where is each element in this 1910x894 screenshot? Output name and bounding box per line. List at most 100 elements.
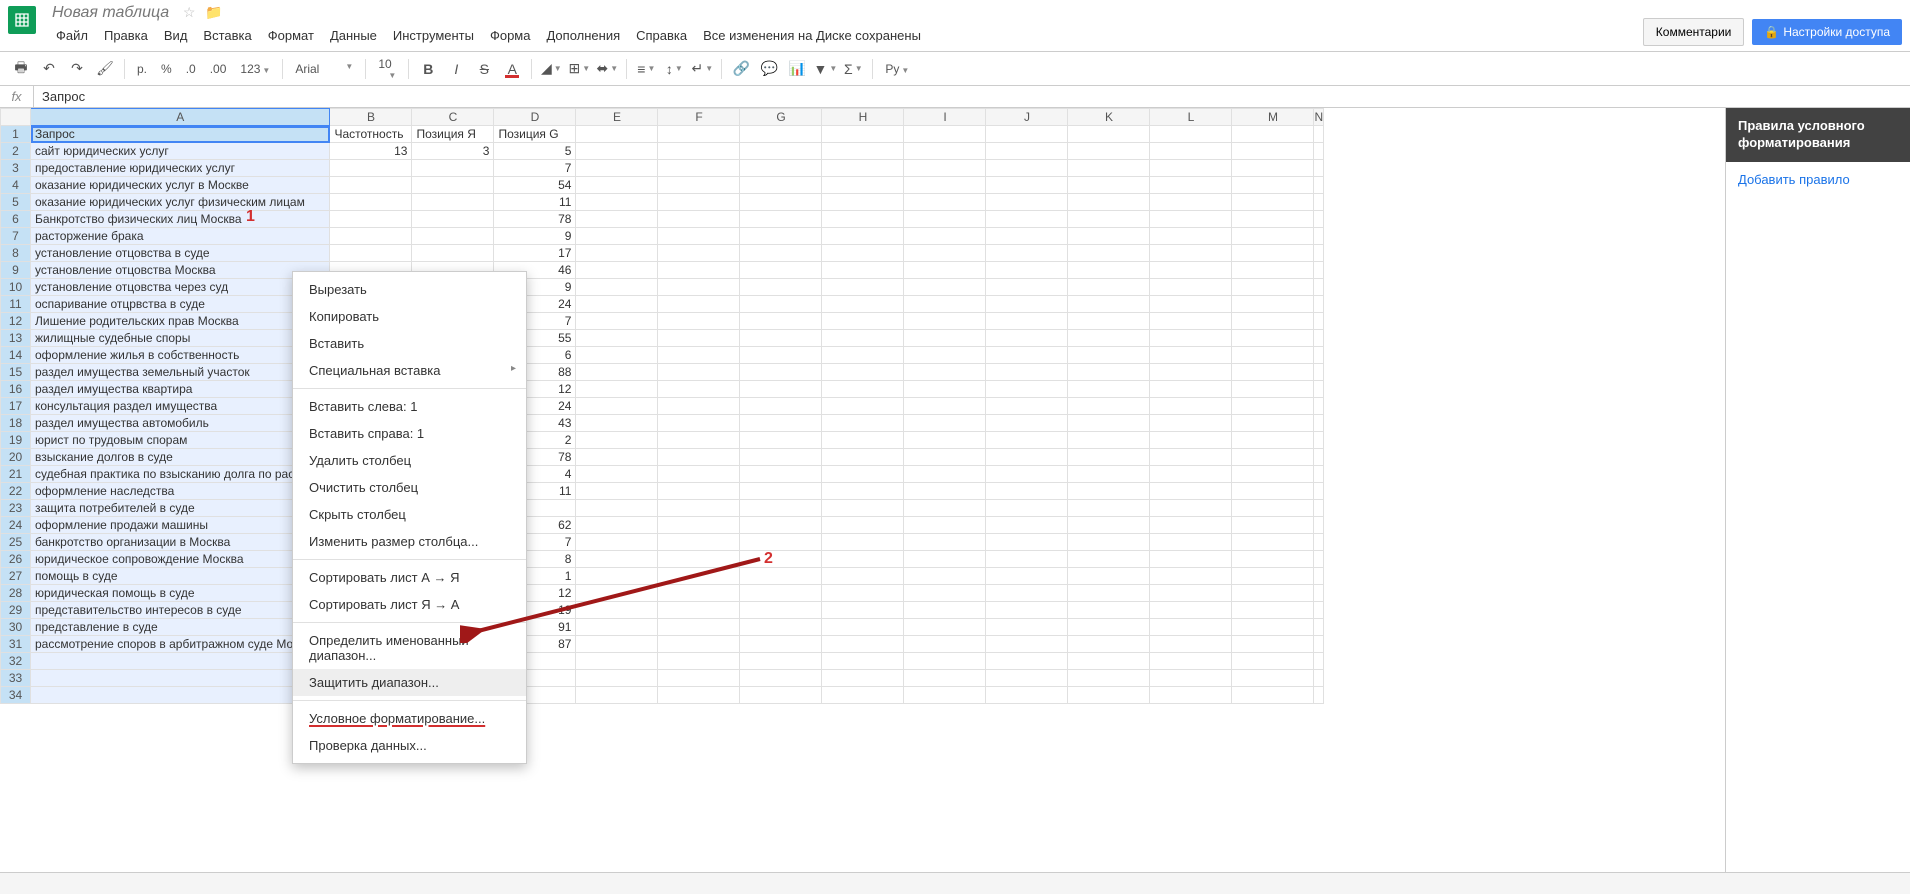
cell-K20[interactable] [1068, 449, 1150, 466]
cell-A2[interactable]: сайт юридических услуг [31, 143, 330, 160]
cell-G21[interactable] [740, 466, 822, 483]
cell-H2[interactable] [822, 143, 904, 160]
cell-L22[interactable] [1150, 483, 1232, 500]
menu-format[interactable]: Формат [260, 24, 322, 47]
cell-D5[interactable]: 11 [494, 194, 576, 211]
cell-F28[interactable] [658, 585, 740, 602]
cell-A8[interactable]: установление отцовства в суде [31, 245, 330, 262]
cell-G19[interactable] [740, 432, 822, 449]
cell-E32[interactable] [576, 653, 658, 670]
cell-A14[interactable]: оформление жилья в собственность [31, 347, 330, 364]
cell-H28[interactable] [822, 585, 904, 602]
cell-L33[interactable] [1150, 670, 1232, 687]
cell-G33[interactable] [740, 670, 822, 687]
cell-J31[interactable] [986, 636, 1068, 653]
menu-tools[interactable]: Инструменты [385, 24, 482, 47]
cell-E29[interactable] [576, 602, 658, 619]
cell-A20[interactable]: взыскание долгов в суде [31, 449, 330, 466]
cell-H32[interactable] [822, 653, 904, 670]
cell-I3[interactable] [904, 160, 986, 177]
cell-J10[interactable] [986, 279, 1068, 296]
cell-N30[interactable] [1314, 619, 1324, 636]
ctx-item-6[interactable]: Вставить справа: 1 [293, 420, 526, 447]
cell-G2[interactable] [740, 143, 822, 160]
cell-M24[interactable] [1232, 517, 1314, 534]
cell-F25[interactable] [658, 534, 740, 551]
row-header-27[interactable]: 27 [1, 568, 31, 585]
cell-H12[interactable] [822, 313, 904, 330]
cell-E10[interactable] [576, 279, 658, 296]
cell-B5[interactable] [330, 194, 412, 211]
cell-N12[interactable] [1314, 313, 1324, 330]
cell-M11[interactable] [1232, 296, 1314, 313]
cell-I32[interactable] [904, 653, 986, 670]
cell-F29[interactable] [658, 602, 740, 619]
cell-E8[interactable] [576, 245, 658, 262]
cell-A33[interactable] [31, 670, 330, 687]
cell-F7[interactable] [658, 228, 740, 245]
cell-M6[interactable] [1232, 211, 1314, 228]
cell-K32[interactable] [1068, 653, 1150, 670]
comments-button[interactable]: Комментарии [1643, 18, 1745, 46]
cell-E18[interactable] [576, 415, 658, 432]
cell-H30[interactable] [822, 619, 904, 636]
cell-A18[interactable]: раздел имущества автомобиль [31, 415, 330, 432]
cell-G29[interactable] [740, 602, 822, 619]
text-wrap-icon[interactable]: ↵▼ [689, 56, 715, 82]
cell-M32[interactable] [1232, 653, 1314, 670]
cell-E12[interactable] [576, 313, 658, 330]
cell-E16[interactable] [576, 381, 658, 398]
col-header-M[interactable]: M [1232, 109, 1314, 126]
cell-N6[interactable] [1314, 211, 1324, 228]
cell-L6[interactable] [1150, 211, 1232, 228]
cell-C6[interactable] [412, 211, 494, 228]
cell-L10[interactable] [1150, 279, 1232, 296]
cell-M1[interactable] [1232, 126, 1314, 143]
row-header-26[interactable]: 26 [1, 551, 31, 568]
cell-A10[interactable]: установление отцовства через суд [31, 279, 330, 296]
cell-L3[interactable] [1150, 160, 1232, 177]
cell-F18[interactable] [658, 415, 740, 432]
cell-M27[interactable] [1232, 568, 1314, 585]
cell-M34[interactable] [1232, 687, 1314, 704]
cell-M23[interactable] [1232, 500, 1314, 517]
cell-J32[interactable] [986, 653, 1068, 670]
col-header-C[interactable]: C [412, 109, 494, 126]
cell-N22[interactable] [1314, 483, 1324, 500]
cell-I24[interactable] [904, 517, 986, 534]
bold-icon[interactable]: B [415, 56, 441, 82]
cell-L32[interactable] [1150, 653, 1232, 670]
cell-J20[interactable] [986, 449, 1068, 466]
cell-F12[interactable] [658, 313, 740, 330]
cell-F5[interactable] [658, 194, 740, 211]
cell-H7[interactable] [822, 228, 904, 245]
cell-J33[interactable] [986, 670, 1068, 687]
insert-comment-icon[interactable]: 💬 [756, 56, 782, 82]
cell-I28[interactable] [904, 585, 986, 602]
cell-M26[interactable] [1232, 551, 1314, 568]
cell-I12[interactable] [904, 313, 986, 330]
cell-E5[interactable] [576, 194, 658, 211]
row-header-29[interactable]: 29 [1, 602, 31, 619]
cell-G31[interactable] [740, 636, 822, 653]
cell-B1[interactable]: Частотность [330, 126, 412, 143]
currency-format[interactable]: р. [131, 62, 153, 76]
col-header-K[interactable]: K [1068, 109, 1150, 126]
cell-G3[interactable] [740, 160, 822, 177]
cell-J6[interactable] [986, 211, 1068, 228]
cell-H19[interactable] [822, 432, 904, 449]
ctx-item-8[interactable]: Очистить столбец [293, 474, 526, 501]
cell-N27[interactable] [1314, 568, 1324, 585]
cell-A24[interactable]: оформление продажи машины [31, 517, 330, 534]
ctx-item-0[interactable]: Вырезать [293, 276, 526, 303]
cell-G18[interactable] [740, 415, 822, 432]
col-header-E[interactable]: E [576, 109, 658, 126]
cell-C4[interactable] [412, 177, 494, 194]
cell-J25[interactable] [986, 534, 1068, 551]
font-size-select[interactable]: 10▼ [372, 57, 402, 80]
cell-I31[interactable] [904, 636, 986, 653]
cell-H21[interactable] [822, 466, 904, 483]
cell-J7[interactable] [986, 228, 1068, 245]
cell-K28[interactable] [1068, 585, 1150, 602]
cell-L25[interactable] [1150, 534, 1232, 551]
